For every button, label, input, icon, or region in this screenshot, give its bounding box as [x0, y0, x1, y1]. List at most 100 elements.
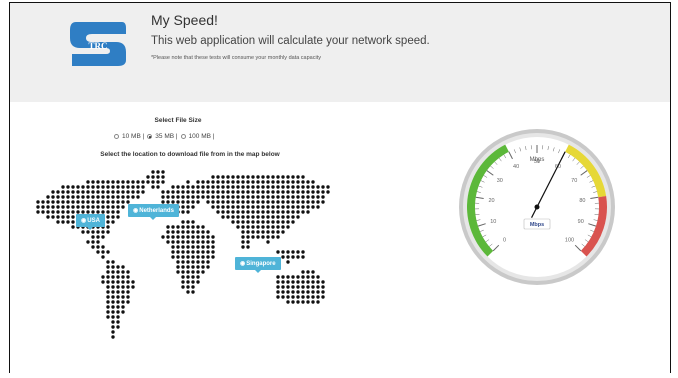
map-dot	[96, 240, 100, 244]
map-dot	[311, 280, 315, 284]
location-pin-usa[interactable]: ◉ USA	[76, 214, 105, 230]
map-dot	[316, 280, 320, 284]
map-dot	[306, 275, 310, 279]
map-dot	[241, 210, 245, 214]
map-dot	[321, 280, 325, 284]
radio-35mb[interactable]	[147, 134, 153, 139]
map-dot	[66, 220, 70, 224]
map-dot	[216, 175, 220, 179]
map-dot	[266, 215, 270, 219]
map-dot	[251, 230, 255, 234]
map-dot	[286, 260, 290, 264]
map-dot	[261, 180, 265, 184]
option-100mb-label[interactable]: 100 MB |	[189, 133, 215, 140]
map-dot	[51, 200, 55, 204]
map-dot	[101, 280, 105, 284]
option-35mb-label[interactable]: 35 MB |	[155, 133, 177, 140]
map-dot	[296, 280, 300, 284]
map-dot	[261, 175, 265, 179]
map-dot	[291, 215, 295, 219]
map-dot	[261, 190, 265, 194]
map-dot	[61, 185, 65, 189]
map-dot	[256, 235, 260, 239]
map-dot	[81, 195, 85, 199]
radio-10mb[interactable]	[114, 134, 119, 139]
map-dot	[251, 190, 255, 194]
map-dot	[291, 175, 295, 179]
map-dot	[196, 270, 200, 274]
map-dot	[101, 195, 105, 199]
map-dot	[181, 265, 185, 269]
gauge-needle-hub	[534, 204, 540, 210]
map-dot	[286, 185, 290, 189]
map-dot	[141, 190, 145, 194]
map-dot	[51, 215, 55, 219]
map-dot	[51, 190, 55, 194]
map-dot	[301, 275, 305, 279]
map-dot	[306, 300, 310, 304]
location-pin-singapore[interactable]: ◉ Singapore	[235, 257, 281, 273]
map-dot	[266, 240, 270, 244]
map-dot	[111, 220, 115, 224]
map-dot	[321, 200, 325, 204]
map-dot	[251, 210, 255, 214]
map-dot	[116, 295, 120, 299]
map-dot	[91, 185, 95, 189]
map-dot	[281, 200, 285, 204]
map-dot	[191, 225, 195, 229]
map-dot	[196, 200, 200, 204]
map-dot	[101, 180, 105, 184]
map-dot	[311, 190, 315, 194]
radio-100mb[interactable]	[180, 134, 186, 139]
map-dot	[71, 190, 75, 194]
map-dot	[291, 200, 295, 204]
map-dot	[286, 300, 290, 304]
map-dot	[136, 190, 140, 194]
map-dot	[321, 290, 325, 294]
map-dot	[171, 250, 175, 254]
map-dot	[301, 255, 305, 259]
map-dot	[266, 175, 270, 179]
map-dot	[266, 225, 270, 229]
map-dot	[181, 280, 185, 284]
map-dot	[121, 185, 125, 189]
map-dot	[181, 200, 185, 204]
map-dot	[56, 205, 60, 209]
map-dot	[246, 195, 250, 199]
map-dot	[281, 290, 285, 294]
map-dot	[166, 190, 170, 194]
map-dot	[111, 180, 115, 184]
map-dot	[301, 205, 305, 209]
map-dot	[171, 245, 175, 249]
map-dot	[276, 175, 280, 179]
map-dot	[321, 295, 325, 299]
map-dot	[266, 205, 270, 209]
map-dot	[326, 190, 330, 194]
map-dot	[116, 270, 120, 274]
map-dot	[241, 205, 245, 209]
map-dot	[46, 195, 50, 199]
map-dot	[251, 200, 255, 204]
map-dot	[121, 285, 125, 289]
location-pin-label: Singapore	[246, 260, 276, 267]
map-dot	[291, 275, 295, 279]
map-dot	[231, 200, 235, 204]
location-pin-netherlands[interactable]: ◉ Netherlands	[128, 204, 179, 220]
map-dot	[201, 245, 205, 249]
map-dot	[246, 220, 250, 224]
option-10mb-label[interactable]: 10 MB |	[122, 133, 144, 140]
map-dot	[111, 290, 115, 294]
map-dot	[281, 185, 285, 189]
map-dot	[271, 190, 275, 194]
map-dot	[241, 180, 245, 184]
map-dot	[196, 180, 200, 184]
map-dot	[276, 225, 280, 229]
map-dot	[111, 310, 115, 314]
map-dot	[191, 200, 195, 204]
map-dot	[316, 295, 320, 299]
map-dot	[226, 180, 230, 184]
map-dot	[36, 210, 40, 214]
map-dot	[196, 240, 200, 244]
map-dot	[296, 250, 300, 254]
gauge-tick-label: 0	[503, 238, 506, 244]
